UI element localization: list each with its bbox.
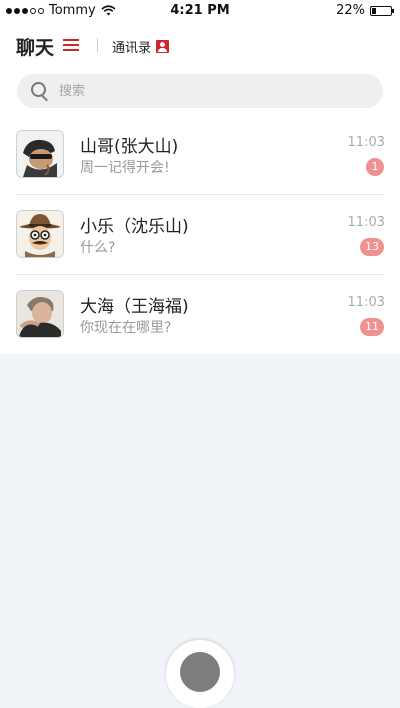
search-icon [31,82,49,100]
bottom-action-icon [180,652,220,692]
chat-preview: 你现在在哪里? [80,320,172,336]
chat-item-da-hai[interactable]: 大海（王海福) 你现在在哪里? 11:03 11 [0,274,400,354]
unread-badge: 13 [360,238,384,256]
page-title: 聊天 [16,37,55,59]
unread-badge: 1 [366,158,384,176]
chat-preview: 周一记得开会! [80,160,170,176]
chat-time: 11:03 [347,215,385,230]
battery-percent: 22% [336,3,365,18]
search-bar[interactable] [17,74,383,108]
chat-item-shan-ge[interactable]: 山哥(张大山) 周一记得开会! 11:03 1 [0,114,400,194]
search-area [0,68,400,114]
status-right: 22% [336,3,394,18]
chat-preview: 什么? [80,240,116,256]
header-divider [97,38,98,52]
search-input[interactable] [57,82,341,100]
hamburger-menu-icon[interactable] [63,39,79,51]
battery-icon [370,5,394,16]
chat-time: 11:03 [347,135,385,150]
bottom-action-button[interactable] [166,640,234,708]
contacts-label: 通讯录 [112,41,152,56]
chat-list: 山哥(张大山) 周一记得开会! 11:03 1 小乐（沈乐山) 什么? 11:0… [0,114,400,354]
chat-name: 小乐（沈乐山) [80,217,189,237]
battery-level [372,7,376,14]
status-bar: Tommy 4:21 PM 22% [0,0,400,20]
unread-badge: 11 [360,318,384,336]
chat-time: 11:03 [347,295,385,310]
chat-name: 山哥(张大山) [80,137,179,157]
chat-item-xiao-le[interactable]: 小乐（沈乐山) 什么? 11:03 13 [0,194,400,274]
avatar-cartoon-cowboy [16,210,64,258]
avatar-man-with-sunglasses [16,130,64,178]
chat-name: 大海（王海福) [80,297,189,317]
contacts-button[interactable]: 通讯录 [112,37,170,56]
app-header: 聊天 通讯录 [0,20,400,68]
avatar-young-man [16,290,64,338]
contacts-book-icon [156,40,170,53]
